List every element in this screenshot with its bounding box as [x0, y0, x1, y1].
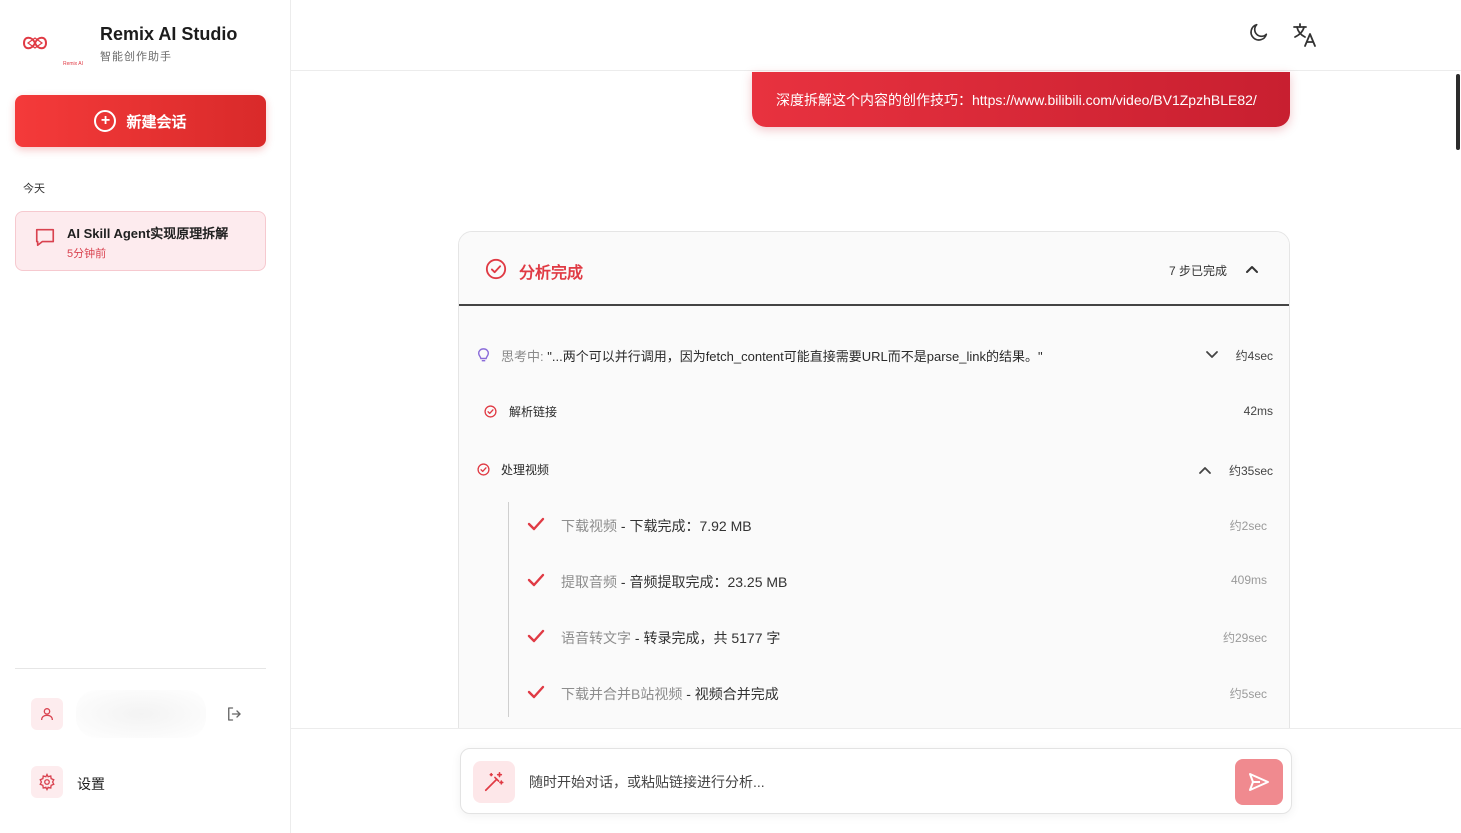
logo-icon: [22, 36, 48, 50]
substep-connector: [508, 502, 509, 717]
chevron-up-icon[interactable]: [1245, 262, 1259, 281]
user-name-redacted: [76, 690, 206, 738]
chat-input[interactable]: [529, 769, 1209, 795]
step-thinking-time: 约4sec: [1235, 349, 1273, 363]
chat-bubble-icon: [34, 226, 56, 253]
check-icon: [527, 684, 545, 705]
top-header: [291, 0, 1461, 71]
gear-icon: [39, 773, 55, 791]
composer: [460, 748, 1292, 814]
section-label-today: 今天: [23, 183, 45, 195]
user-icon: [41, 708, 53, 721]
send-button[interactable]: [1235, 759, 1283, 805]
substep-time: 约29sec: [1222, 631, 1267, 645]
check-icon: [527, 628, 545, 649]
substep-row: 提取音频 - 音频提取完成：23.25 MB 409ms: [527, 567, 1267, 597]
settings-label[interactable]: 设置: [77, 774, 105, 794]
brand-logo[interactable]: Remix AI: [20, 22, 84, 67]
lightbulb-icon: [477, 348, 490, 367]
check-icon: [527, 572, 545, 593]
substep-result: - 音频提取完成：23.25 MB: [617, 574, 788, 590]
chevron-down-icon[interactable]: [1205, 348, 1219, 367]
plus-circle-icon: +: [94, 110, 117, 132]
user-avatar[interactable]: [31, 698, 63, 730]
substep-result: - 视频合并完成: [682, 686, 779, 702]
steps-done-count: 7 步已完成: [1169, 264, 1228, 278]
user-message-bubble: 深度拆解这个内容的创作技巧：https://www.bilibili.com/v…: [752, 72, 1290, 127]
step-process-video-label: 处理视频: [501, 463, 550, 477]
substep-row: 语音转文字 - 转录完成，共 5177 字 约29sec: [527, 623, 1267, 653]
step-thinking-text: "...两个可以并行调用，因为fetch_content可能直接需要URL而不是…: [547, 349, 1043, 364]
magic-wand-button[interactable]: [473, 761, 515, 803]
substep-time: 约2sec: [1229, 519, 1267, 533]
chat-time: 5分钟前: [67, 248, 107, 260]
step-parse-link-time: 42ms: [1243, 404, 1273, 418]
analysis-card: 分析完成 7 步已完成 思考中: "...两个可以并行调用，因为fetch_co…: [458, 231, 1290, 751]
translate-icon[interactable]: [1292, 22, 1318, 53]
substep-name: 语音转文字: [561, 630, 631, 646]
step-process-video-time: 约35sec: [1228, 464, 1273, 478]
settings-button[interactable]: [31, 766, 63, 798]
chat-title: AI Skill Agent实现原理拆解: [67, 226, 229, 241]
chat-list-item[interactable]: AI Skill Agent实现原理拆解 5分钟前: [15, 211, 266, 271]
substep-row: 下载视频 - 下载完成：7.92 MB 约2sec: [527, 511, 1267, 541]
sidebar-divider: [15, 668, 266, 669]
brand-subtitle: 智能创作助手: [100, 51, 172, 63]
brand-title: Remix AI Studio: [100, 24, 238, 44]
substep-time: 约5sec: [1229, 687, 1267, 701]
analysis-card-header[interactable]: 分析完成 7 步已完成: [459, 232, 1289, 306]
send-icon: [1249, 773, 1269, 791]
logout-icon[interactable]: [225, 705, 243, 728]
moon-icon[interactable]: [1248, 21, 1270, 48]
substep-time: 409ms: [1230, 573, 1267, 587]
step-parse-link[interactable]: 解析链接 42ms: [459, 397, 1289, 427]
chevron-up-icon[interactable]: [1198, 463, 1212, 482]
step-thinking-label: 思考中:: [501, 349, 544, 364]
scrollbar-thumb[interactable]: [1456, 74, 1460, 150]
check-icon: [527, 516, 545, 537]
magic-wand-icon: [484, 772, 504, 792]
substep-result: - 转录完成，共 5177 字: [631, 630, 781, 646]
substep-result: - 下载完成：7.92 MB: [617, 518, 752, 534]
check-circle-icon: [485, 258, 507, 285]
check-circle-icon: [484, 405, 497, 423]
new-chat-label: 新建会话: [126, 113, 187, 131]
brand: Remix AI Remix AI Studio 智能创作助手: [20, 22, 238, 67]
sidebar: Remix AI Remix AI Studio 智能创作助手 + 新建会话 今…: [0, 0, 291, 833]
step-parse-link-label: 解析链接: [509, 405, 558, 419]
step-thinking[interactable]: 思考中: "...两个可以并行调用，因为fetch_content可能直接需要U…: [459, 340, 1289, 370]
step-process-video[interactable]: 处理视频 约35sec: [459, 455, 1289, 485]
check-circle-icon: [477, 463, 490, 481]
new-chat-button[interactable]: + 新建会话: [15, 95, 266, 147]
logo-text: Remix AI: [63, 61, 84, 67]
analysis-title: 分析完成: [519, 265, 584, 282]
substep-name: 提取音频: [561, 574, 617, 590]
substep-name: 下载视频: [561, 518, 617, 534]
substep-name: 下载并合并B站视频: [561, 686, 683, 702]
substep-row: 下载并合并B站视频 - 视频合并完成 约5sec: [527, 679, 1267, 709]
